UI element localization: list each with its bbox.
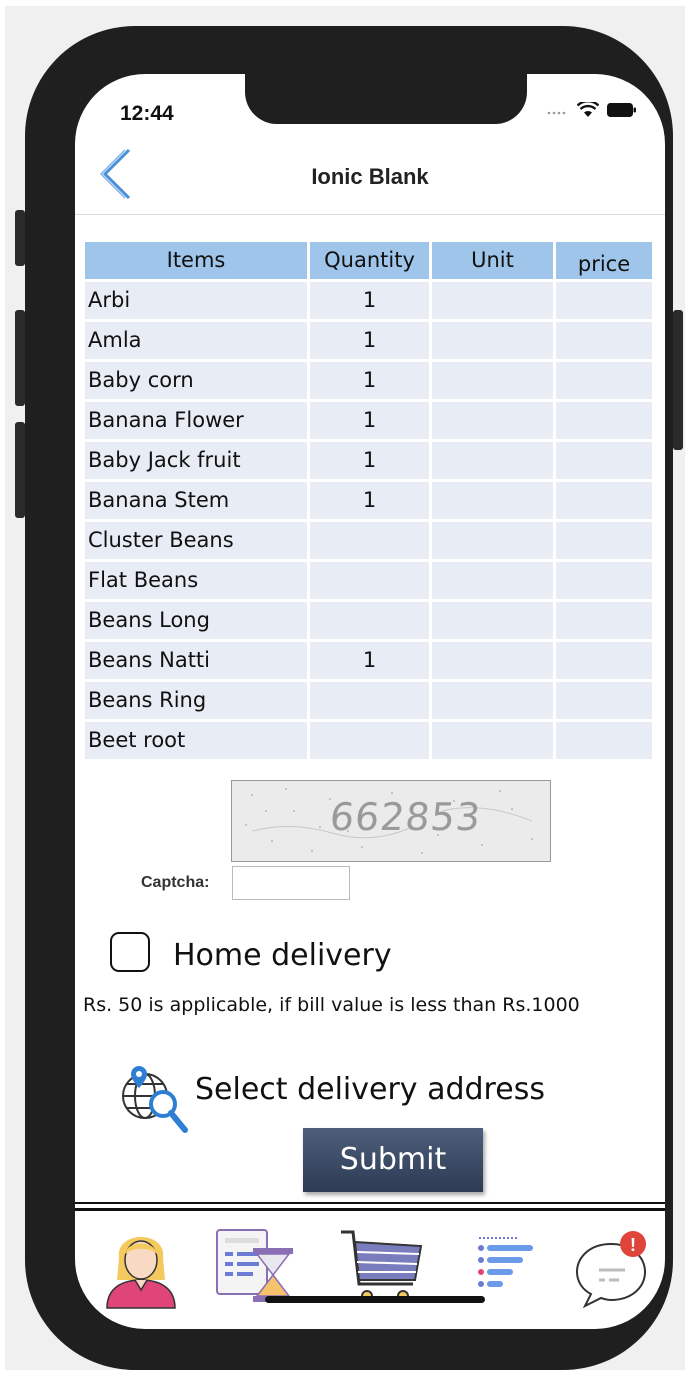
- item-price: [556, 602, 652, 639]
- captcha-code: 662853: [327, 795, 484, 839]
- table-row[interactable]: Flat Beans: [85, 562, 652, 602]
- item-unit[interactable]: [432, 602, 553, 639]
- table-row[interactable]: Beans Long: [85, 602, 652, 642]
- table-row[interactable]: Banana Flower 1: [85, 402, 652, 442]
- home-delivery-label: Home delivery: [173, 938, 392, 973]
- mute-switch: [15, 210, 25, 266]
- cellular-signal-icon: [547, 111, 566, 115]
- item-quantity[interactable]: 1: [310, 322, 429, 359]
- item-price: [556, 482, 652, 519]
- volume-up-button: [15, 310, 25, 406]
- table-row[interactable]: Arbi 1: [85, 282, 652, 322]
- tab-messages[interactable]: !: [571, 1224, 651, 1310]
- globe-location-search-icon[interactable]: [117, 1064, 191, 1134]
- status-time: 12:44: [120, 102, 174, 125]
- item-name: Baby Jack fruit: [85, 442, 307, 479]
- phone-frame: 12:44 Ionic Blank Items Quantity Unit pr…: [15, 26, 683, 1370]
- items-table: Items Quantity Unit price Arbi 1 Amla 1: [85, 242, 652, 762]
- item-price: [556, 682, 652, 719]
- home-indicator: [265, 1296, 485, 1303]
- volume-down-button: [15, 422, 25, 518]
- item-unit[interactable]: [432, 282, 553, 319]
- tab-bar-divider: [75, 1208, 665, 1211]
- wifi-icon: [577, 102, 599, 117]
- page-title: Ionic Blank: [311, 164, 429, 189]
- item-name: Banana Flower: [85, 402, 307, 439]
- item-quantity[interactable]: [310, 682, 429, 719]
- item-name: Beans Natti: [85, 642, 307, 679]
- captcha-label: Captcha:: [141, 874, 210, 891]
- item-unit[interactable]: [432, 642, 553, 679]
- notification-badge: !: [630, 1235, 636, 1255]
- item-unit[interactable]: [432, 682, 553, 719]
- submit-button[interactable]: Submit: [303, 1128, 483, 1192]
- item-unit[interactable]: [432, 482, 553, 519]
- chat-notification-icon: !: [575, 1231, 647, 1309]
- item-quantity[interactable]: 1: [310, 402, 429, 439]
- table-row[interactable]: Beans Natti 1: [85, 642, 652, 682]
- item-price: [556, 402, 652, 439]
- item-quantity[interactable]: 1: [310, 442, 429, 479]
- item-price: [556, 362, 652, 399]
- item-price: [556, 722, 652, 759]
- table-row[interactable]: Baby corn 1: [85, 362, 652, 402]
- notch: [245, 74, 527, 124]
- item-name: Flat Beans: [85, 562, 307, 599]
- item-quantity[interactable]: 1: [310, 482, 429, 519]
- item-name: Baby corn: [85, 362, 307, 399]
- item-quantity[interactable]: 1: [310, 362, 429, 399]
- item-name: Amla: [85, 322, 307, 359]
- tab-profile[interactable]: [101, 1224, 181, 1310]
- table-row[interactable]: Cluster Beans: [85, 522, 652, 562]
- item-name: Cluster Beans: [85, 522, 307, 559]
- table-row[interactable]: Amla 1: [85, 322, 652, 362]
- header-items: Items: [85, 242, 307, 279]
- item-quantity[interactable]: [310, 522, 429, 559]
- screen: 12:44 Ionic Blank Items Quantity Unit pr…: [75, 74, 665, 1329]
- table-row[interactable]: Baby Jack fruit 1: [85, 442, 652, 482]
- device-background: 12:44 Ionic Blank Items Quantity Unit pr…: [5, 6, 685, 1370]
- table-row[interactable]: Beet root: [85, 722, 652, 762]
- item-price: [556, 322, 652, 359]
- item-unit[interactable]: [432, 362, 553, 399]
- item-unit[interactable]: [432, 402, 553, 439]
- item-unit[interactable]: [432, 722, 553, 759]
- captcha-image: 662853: [231, 780, 551, 862]
- table-row[interactable]: Banana Stem 1: [85, 482, 652, 522]
- item-name: Beans Long: [85, 602, 307, 639]
- power-button: [673, 310, 683, 450]
- captcha-input[interactable]: [232, 866, 350, 900]
- item-quantity[interactable]: [310, 722, 429, 759]
- tab-bar-divider: [75, 1202, 665, 1204]
- item-price: [556, 522, 652, 559]
- home-delivery-checkbox[interactable]: [110, 932, 150, 972]
- status-icons: [547, 102, 637, 118]
- select-delivery-address-label[interactable]: Select delivery address: [195, 1072, 545, 1107]
- header-quantity: Quantity: [310, 242, 429, 279]
- item-price: [556, 442, 652, 479]
- item-price: [556, 282, 652, 319]
- item-quantity[interactable]: 1: [310, 282, 429, 319]
- item-quantity[interactable]: [310, 602, 429, 639]
- item-name: Arbi: [85, 282, 307, 319]
- item-quantity[interactable]: [310, 562, 429, 599]
- battery-icon: [607, 103, 636, 117]
- item-price: [556, 642, 652, 679]
- item-unit[interactable]: [432, 522, 553, 559]
- item-price: [556, 562, 652, 599]
- item-name: Banana Stem: [85, 482, 307, 519]
- item-name: Beans Ring: [85, 682, 307, 719]
- item-name: Beet root: [85, 722, 307, 759]
- header-price: price: [556, 242, 652, 279]
- table-row[interactable]: Beans Ring: [85, 682, 652, 722]
- item-unit[interactable]: [432, 562, 553, 599]
- delivery-charge-note: Rs. 50 is applicable, if bill value is l…: [83, 994, 580, 1016]
- item-unit[interactable]: [432, 322, 553, 359]
- item-quantity[interactable]: 1: [310, 642, 429, 679]
- item-unit[interactable]: [432, 442, 553, 479]
- header-unit: Unit: [432, 242, 553, 279]
- table-header-row: Items Quantity Unit price: [85, 242, 652, 282]
- user-profile-icon: [106, 1237, 176, 1309]
- nav-header: Ionic Blank: [75, 134, 665, 215]
